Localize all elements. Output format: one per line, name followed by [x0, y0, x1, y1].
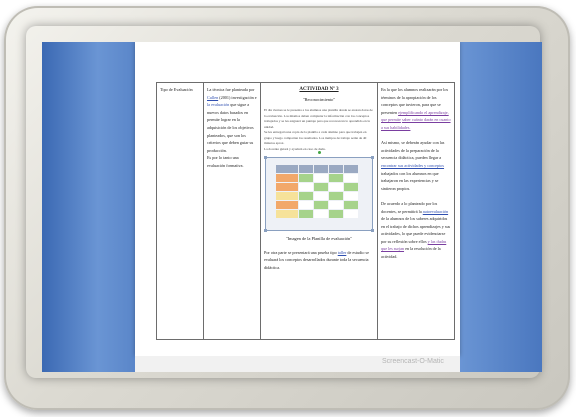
- closing-text: Por otra parte se presentará una prueba …: [264, 249, 337, 255]
- technique-text: La técnica fue planteada por: [207, 87, 255, 92]
- closing-text: evaluará los conceptos desarrollados dur…: [264, 257, 369, 263]
- author-link[interactable]: Cullen: [207, 95, 218, 100]
- rotate-handle[interactable]: [317, 151, 321, 155]
- evaluation-grid-thumbnail: [276, 165, 362, 223]
- activity-title: ACTIVIDAD Nº 3: [299, 87, 339, 92]
- activity-closing-text: Por otra parte se presentará una prueba …: [264, 249, 374, 272]
- resize-handle-tl[interactable]: [264, 156, 267, 160]
- technique-text: formativa.: [226, 162, 244, 168]
- technique-description-cell: La técnica fue planteada por Cullen (200…: [203, 82, 261, 340]
- closing-text: didáctica.: [264, 264, 281, 270]
- assessment-text: trabajados con los alumnos en que trabaj…: [381, 170, 439, 191]
- closing-text: de estudio se: [347, 249, 370, 255]
- left-background-panel: [42, 42, 135, 372]
- evaluation-type-cell: Tipo de Evaluación: [156, 82, 204, 340]
- activity-subtitle: "Reconocimiento": [302, 96, 336, 102]
- image-caption: "Imagen de la Planilla de evaluación": [285, 236, 353, 242]
- right-background-panel: [460, 42, 542, 372]
- presentation-screen: Tipo de Evaluación La técnica fue plante…: [42, 42, 542, 372]
- recorder-watermark: Screencast-O-Matic: [382, 358, 444, 365]
- assessment-link[interactable]: encontrar sus actividades y conceptos: [381, 163, 444, 168]
- resize-handle-br[interactable]: [371, 229, 374, 233]
- assessment-cell: En la que los alumnos realizarán por los…: [377, 82, 455, 340]
- evaluation-sheet-image[interactable]: [264, 151, 374, 233]
- technique-text: (2001) investigación e: [219, 94, 257, 100]
- resize-handle-tr[interactable]: [371, 156, 374, 160]
- taller-link[interactable]: taller: [338, 250, 347, 255]
- assessment-text: Así mismo, se deberán ayudar con las act…: [381, 140, 445, 161]
- resize-handle-bl[interactable]: [264, 229, 267, 233]
- document-page: Tipo de Evaluación La técnica fue plante…: [135, 42, 460, 356]
- activity-cell: ACTIVIDAD Nº 3 "Reconocimiento" El día v…: [260, 82, 378, 340]
- autoevaluation-link[interactable]: autoevaluación: [423, 209, 448, 214]
- evaluation-link[interactable]: la evaluación: [207, 102, 229, 107]
- activity-body-line: La docente guiará y ayudará en caso de d…: [264, 146, 326, 151]
- activity-body-line: luego compartan los resultados. Los tiem…: [264, 135, 367, 146]
- evaluation-type-label: Tipo de Evaluación: [160, 87, 193, 92]
- activity-table: Tipo de Evaluación La técnica fue plante…: [156, 82, 455, 340]
- technique-text: que sigue: [230, 102, 247, 108]
- activity-body: El día viernes se le presenta a los alum…: [264, 108, 374, 152]
